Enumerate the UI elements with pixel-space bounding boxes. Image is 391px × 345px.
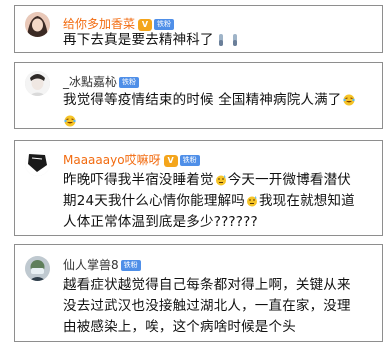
username[interactable]: Maaaaayo哎嘛呀 V 铁粉: [63, 151, 200, 168]
username-text[interactable]: 仙人掌兽8: [63, 258, 119, 272]
comment-text: 我觉得等疫情结束的时候 全国精神病院人满了: [63, 90, 374, 132]
comment-text-line: 没去过武汉也没接触过湖北人，一直在家，没理: [63, 298, 351, 314]
comment-card: 给你多加香菜 V 铁粉 再下去真是要去精神科了: [14, 5, 383, 53]
comment-text-line: 人体正常体温到底是多少??????: [63, 214, 258, 230]
fan-badge: 铁粉: [120, 260, 141, 271]
laughing-crying-icon: [64, 115, 76, 127]
avatar[interactable]: [25, 12, 50, 37]
sweat-icon: [215, 175, 226, 186]
fan-badge: 铁粉: [154, 19, 175, 30]
test-tube-icon: [232, 34, 237, 46]
laughing-crying-icon: [342, 94, 355, 106]
username-text[interactable]: 给你多加香菜: [63, 17, 135, 31]
avatar[interactable]: [25, 151, 50, 176]
username-text[interactable]: _冰點嘉杺: [63, 75, 117, 89]
vip-badge-icon: V: [163, 154, 178, 167]
comment-text-line: 我觉得等疫情结束的时候 全国精神病院人满了: [63, 92, 342, 108]
fan-badge: 铁粉: [119, 77, 140, 88]
comment-card: _冰點嘉杺 铁粉 我觉得等疫情结束的时候 全国精神病院人满了: [14, 62, 383, 129]
sweat-icon: [246, 196, 257, 207]
comment-card: Maaaaayo哎嘛呀 V 铁粉 昨晚吓得我半宿没睡着觉 今天一开微博看潜伏 期24天…: [14, 140, 383, 236]
username[interactable]: 仙人掌兽8 铁粉: [63, 256, 141, 273]
comment-text-line: 由被感染上，唉，这个病啥时候是个头: [63, 319, 296, 335]
vip-badge-icon: V: [138, 18, 153, 31]
username-text[interactable]: Maaaaayo哎嘛呀: [63, 153, 161, 167]
username[interactable]: _冰點嘉杺 铁粉: [63, 73, 140, 90]
test-tube-icon: [218, 34, 223, 46]
avatar[interactable]: [25, 256, 50, 281]
comment-text: 昨晚吓得我半宿没睡着觉 今天一开微博看潜伏 期24天我什么心情你能理解吗 我现在就想…: [63, 170, 374, 233]
comment-text: 再下去真是要去精神科了: [63, 30, 374, 51]
comment-text-line: 我现在就想知道: [258, 193, 355, 209]
comment-text-line: 再下去真是要去精神科了: [63, 32, 214, 48]
comment-text-line: 昨晚吓得我半宿没睡着觉: [63, 172, 214, 188]
comment-card: 仙人掌兽8 铁粉 越看症状越觉得自己每条都对得上啊，关键从来 没去过武汉也没接触过…: [14, 244, 383, 342]
comment-text-line: 期24天我什么心情你能理解吗: [63, 193, 245, 209]
fan-badge: 铁粉: [179, 155, 200, 166]
comment-text: 越看症状越觉得自己每条都对得上啊，关键从来 没去过武汉也没接触过湖北人，一直在家…: [63, 275, 374, 338]
avatar[interactable]: [25, 71, 50, 96]
comment-text-line: 今天一开微博看潜伏: [227, 172, 352, 188]
comment-text-line: 越看症状越觉得自己每条都对得上啊，关键从来: [63, 277, 351, 293]
